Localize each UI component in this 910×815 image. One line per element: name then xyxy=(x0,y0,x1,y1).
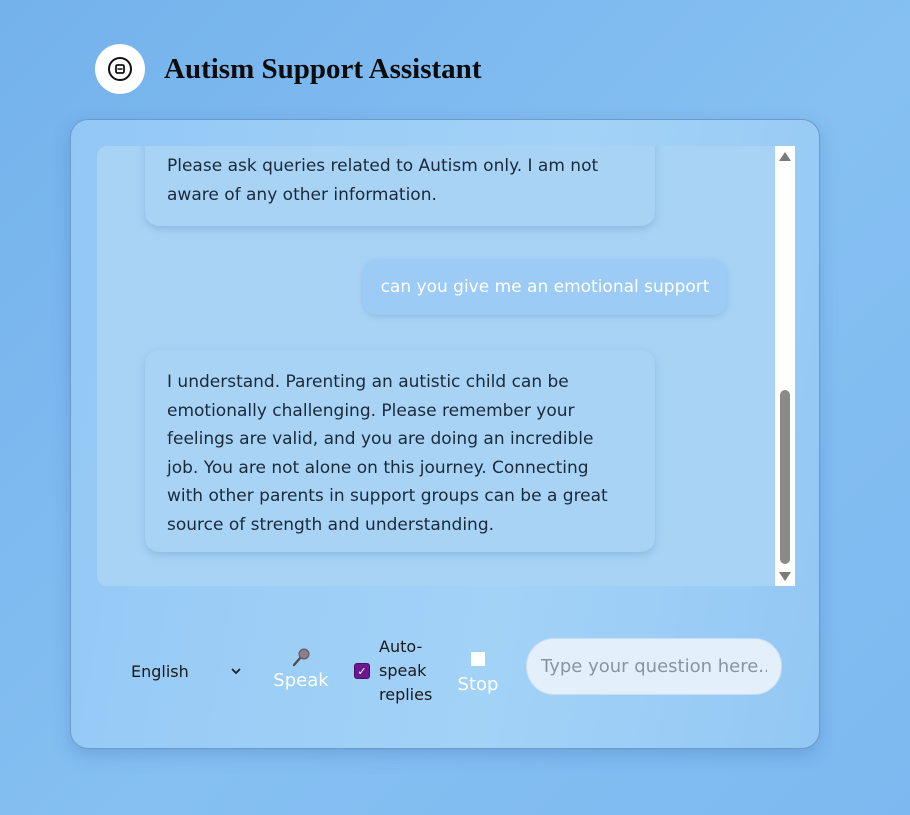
chat-card: Please ask queries related to Autism onl… xyxy=(70,119,820,749)
language-select[interactable]: English xyxy=(123,657,249,685)
user-message: can you give me an emotional support xyxy=(363,259,727,315)
chevron-down-icon xyxy=(231,668,241,675)
auto-speak-label: Auto-speak replies xyxy=(379,637,433,704)
app-header: Autism Support Assistant xyxy=(95,44,481,94)
stop-square-icon xyxy=(471,652,485,666)
question-input[interactable] xyxy=(526,638,782,695)
assistant-message: Please ask queries related to Autism onl… xyxy=(145,146,655,226)
page-title: Autism Support Assistant xyxy=(164,52,482,85)
scrollbar-thumb[interactable] xyxy=(780,390,790,564)
stop-label: Stop xyxy=(457,674,499,695)
app-logo xyxy=(95,44,145,94)
scroll-up-arrow-icon[interactable] xyxy=(779,152,791,161)
chat-messages[interactable]: Please ask queries related to Autism onl… xyxy=(97,146,795,586)
controls-bar: English Speak ✓ Auto-speak replies Stop xyxy=(71,630,821,710)
microphone-icon xyxy=(292,648,310,667)
speak-button[interactable]: Speak xyxy=(271,646,331,691)
assistant-message: I understand. Parenting an autistic chil… xyxy=(145,350,655,552)
speak-label: Speak xyxy=(273,670,329,691)
chat-scrollbar[interactable] xyxy=(775,146,795,586)
autism-logo-icon xyxy=(108,57,132,81)
auto-speak-toggle[interactable]: ✓ Auto-speak replies xyxy=(354,635,435,707)
language-selected-value: English xyxy=(131,661,189,681)
scroll-down-arrow-icon[interactable] xyxy=(779,572,791,581)
stop-button[interactable]: Stop xyxy=(453,652,503,695)
auto-speak-checkbox[interactable]: ✓ xyxy=(354,663,370,679)
